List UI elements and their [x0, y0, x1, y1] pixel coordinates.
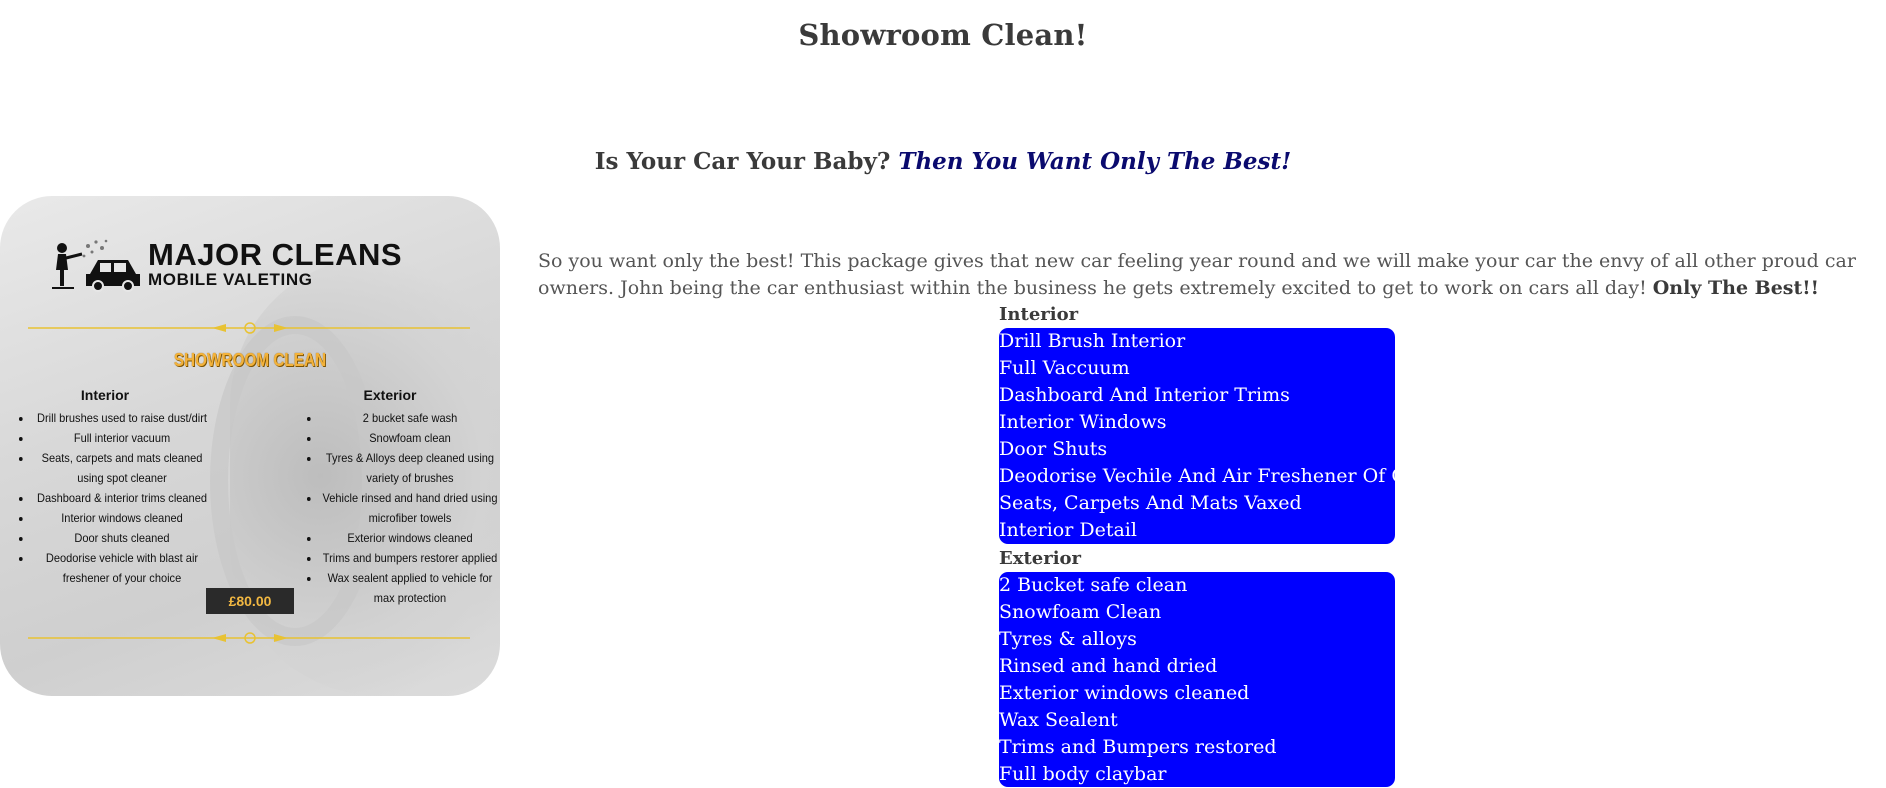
list-item: Interior Detail — [999, 519, 1137, 541]
promo-list-item: Interior windows cleaned — [32, 508, 212, 528]
promo-list-item: Door shuts cleaned — [32, 528, 212, 548]
promo-interior-list: Drill brushes used to raise dust/dirt Fu… — [8, 408, 220, 588]
list-item: Trims and Bumpers restored — [999, 736, 1277, 758]
list-item: Wax Sealent — [999, 709, 1118, 731]
promo-list-item: Seats, carpets and mats cleaned using sp… — [32, 448, 212, 488]
promo-list-item: 2 bucket safe wash — [320, 408, 500, 428]
list-item: Full Vaccuum — [999, 357, 1130, 379]
promo-list-item: Tyres & Alloys deep cleaned using variet… — [320, 448, 500, 488]
exterior-heading: Exterior — [999, 548, 1082, 569]
exterior-column-title: Exterior — [363, 387, 417, 403]
list-item: 2 Bucket safe clean — [999, 574, 1188, 596]
gold-divider-bottom — [28, 632, 470, 644]
list-item: Exterior windows cleaned — [999, 682, 1250, 704]
promo-list-item: Vehicle rinsed and hand dried using micr… — [320, 488, 500, 528]
tagline-lead: Is Your Car Your Baby? — [594, 148, 899, 175]
list-item: Snowfoam Clean — [999, 601, 1162, 623]
list-item: Full body claybar — [999, 763, 1167, 785]
exterior-services-list: 2 Bucket safe clean Snowfoam Clean Tyres… — [999, 572, 1395, 788]
brand-name: MAJOR CLEANS — [148, 237, 403, 272]
promo-list-item: Drill brushes used to raise dust/dirt — [32, 408, 212, 428]
list-item: Rinsed and hand dried — [999, 655, 1218, 677]
interior-column-title: Interior — [80, 387, 130, 403]
promo-list-item: Full interior vacuum — [32, 428, 212, 448]
list-item: Deodorise Vechile And Air Freshener Of C… — [999, 465, 1458, 487]
brand-logo: MAJOR CLEANS MOBILE VALETING — [44, 234, 402, 294]
promo-list-item: Snowfoam clean — [320, 428, 500, 448]
package-promo-image: MAJOR CLEANS MOBILE VALETING SHOWROOM CL… — [0, 196, 500, 696]
brand-text: MAJOR CLEANS MOBILE VALETING — [148, 239, 402, 289]
description-emphasis: Only The Best!! — [1652, 277, 1819, 299]
tagline-emphasis: Then You Want Only The Best! — [898, 148, 1292, 175]
promo-list-item: Trims and bumpers restorer applied — [320, 548, 500, 568]
list-item: Dashboard And Interior Trims — [999, 384, 1290, 406]
package-description: So you want only the best! This package … — [538, 248, 1858, 302]
promo-list-item: Wax sealent applied to vehicle for max p… — [320, 568, 500, 608]
list-item: Drill Brush Interior — [999, 330, 1186, 352]
list-item: Seats, Carpets And Mats Vaxed — [999, 492, 1302, 514]
promo-list-item: Deodorise vehicle with blast air freshen… — [32, 548, 212, 588]
interior-heading: Interior — [999, 304, 1079, 325]
interior-services-box: Drill Brush Interior Full Vaccuum Dashbo… — [999, 328, 1458, 544]
page-title: Showroom Clean! — [798, 18, 1088, 52]
package-name: SHOWROOM CLEAN — [173, 350, 327, 370]
promo-list-item: Exterior windows cleaned — [320, 528, 500, 548]
brand-subtitle: MOBILE VALETING — [148, 270, 313, 289]
gold-divider-top — [28, 322, 470, 334]
list-item: Interior Windows — [999, 411, 1167, 433]
tagline: Is Your Car Your Baby? Then You Want Onl… — [0, 148, 1886, 175]
washer-car-icon — [52, 239, 140, 292]
promo-list-item: Dashboard & interior trims cleaned — [32, 488, 212, 508]
price-tag: £80.00 — [206, 588, 294, 614]
exterior-services-box: 2 Bucket safe clean Snowfoam Clean Tyres… — [999, 572, 1395, 787]
interior-services-list: Drill Brush Interior Full Vaccuum Dashbo… — [999, 328, 1458, 544]
promo-exterior-list: 2 bucket safe wash Snowfoam clean Tyres … — [296, 408, 500, 608]
list-item: Tyres & alloys — [999, 628, 1137, 650]
list-item: Door Shuts — [999, 438, 1108, 460]
